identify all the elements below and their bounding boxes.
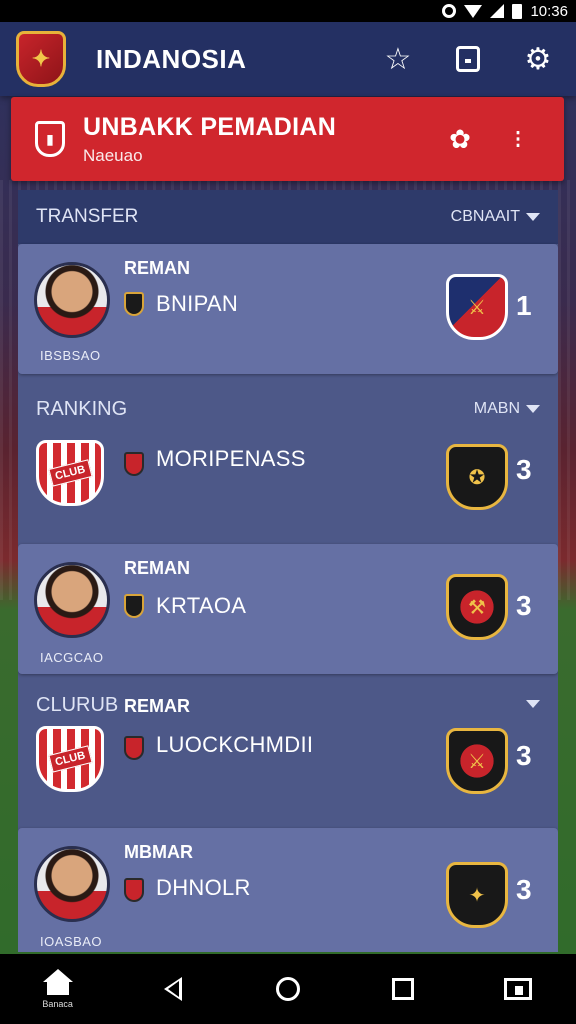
banner-ball-button[interactable]: ✿ [438, 117, 482, 161]
banner-title: UNBAKK PEMADIAN [83, 112, 337, 141]
player-caption: IOASBAO [40, 934, 103, 949]
transfer-section-header: TRANSFER CBNAAIT [18, 190, 558, 244]
home-circle-button[interactable] [248, 959, 328, 1019]
star-icon: ☆ [384, 42, 412, 76]
system-nav-bar: Banaca [0, 954, 576, 1024]
rank-number: 3 [516, 740, 532, 771]
signal-icon [490, 4, 505, 18]
promo-banner[interactable]: ▮ UNBAKK PEMADIAN Naeuao ✿ ⁝ [11, 97, 564, 181]
home-icon [42, 969, 73, 982]
row-name: BNIPAN [156, 291, 239, 316]
player-row[interactable]: IACGCAO REMAN KRTAOA ⚒ 3 [18, 544, 558, 674]
team-logo: ✪ [446, 444, 508, 510]
rank-number: 3 [516, 590, 532, 621]
player-avatar [34, 846, 110, 922]
player-avatar [34, 262, 110, 338]
alarm-icon [442, 4, 457, 18]
player-avatar [34, 562, 110, 638]
row-kicker: REMAR [124, 696, 190, 716]
row-name: KRTAOA [156, 593, 247, 618]
player-row[interactable]: IBSBSAO REMAN BNIPAN ⚔ 1 [18, 244, 558, 374]
recents-button[interactable] [363, 959, 443, 1019]
row-name[interactable]: MORIPENASS [156, 446, 306, 472]
card-button[interactable] [446, 37, 490, 81]
club-badge: CLUB [36, 440, 104, 506]
circle-icon [275, 977, 300, 1001]
battery-icon [512, 3, 523, 19]
settings-button[interactable]: ⚙ [516, 37, 560, 81]
banner-alert-button[interactable]: ⁝ [496, 117, 540, 161]
club-badge: CLUB [36, 726, 104, 792]
favorite-button[interactable]: ☆ [376, 37, 420, 81]
row-name: DHNOLR [156, 875, 251, 900]
mini-club-icon [124, 878, 144, 902]
gear-icon: ⚙ [524, 42, 552, 76]
row-name[interactable]: LUOCKCHMDII [156, 732, 313, 758]
split-screen-button[interactable] [478, 959, 558, 1019]
mini-club-icon [124, 594, 144, 618]
chevron-down-icon [526, 213, 540, 221]
home-icon-body [46, 981, 69, 995]
app-title: INDANOSIA [96, 43, 247, 74]
list-panel: TRANSFER CBNAAIT IBSBSAO REMAN BNIPAN ⚔ … [18, 190, 558, 952]
ranking-dropdown-label: MABN [473, 400, 520, 417]
club-label: CLURUB [36, 694, 119, 716]
transfer-label: TRANSFER [36, 206, 139, 227]
ranking-label: RANKING [36, 398, 128, 420]
home-label: Banaca [42, 999, 73, 1009]
team-logo: ⚔ [446, 728, 508, 794]
square-icon [392, 978, 415, 1000]
chevron-down-icon [526, 700, 540, 708]
team-logo: ✦ [446, 862, 508, 928]
rank-number: 1 [516, 290, 532, 321]
soccer-ball-icon: ✿ [449, 123, 471, 154]
rank-number: 3 [516, 874, 532, 905]
banner-subtitle: Naeuao [83, 145, 143, 165]
status-time: 10:36 [530, 2, 568, 20]
back-button[interactable] [133, 959, 213, 1019]
transfer-dropdown-label: CBNAAIT [450, 208, 520, 225]
row-kicker: REMAN [124, 558, 190, 578]
split-screen-icon [504, 978, 533, 1000]
player-caption: IBSBSAO [40, 348, 101, 363]
card-icon [456, 46, 480, 72]
alert-icon: ⁝ [513, 123, 523, 154]
row-kicker: MBMAR [124, 842, 193, 862]
club-crest-logo: ✦ [16, 31, 66, 87]
team-logo: ⚔ [446, 274, 508, 340]
app-bar: ✦ INDANOSIA ☆ ⚙ [0, 22, 576, 96]
team-logo: ⚒ [446, 574, 508, 640]
ranking-dropdown[interactable]: MABN [474, 400, 540, 418]
mini-club-icon [124, 736, 144, 760]
shield-icon: ▮ [35, 121, 65, 157]
status-bar: 10:36 [0, 0, 576, 22]
row-kicker: REMAN [124, 258, 190, 278]
club-dropdown[interactable] [526, 700, 540, 708]
mini-club-icon [124, 292, 144, 316]
home-button[interactable]: Banaca [18, 959, 98, 1019]
wifi-icon [464, 4, 483, 18]
player-caption: IACGCAO [40, 650, 104, 665]
transfer-dropdown[interactable]: CBNAAIT [451, 208, 540, 226]
player-row[interactable]: IOASBAO MBMAR DHNOLR ✦ 3 [18, 828, 558, 952]
back-icon [163, 977, 182, 1001]
mini-club-icon [124, 452, 144, 476]
chevron-down-icon [526, 405, 540, 413]
rank-number: 3 [516, 454, 532, 485]
